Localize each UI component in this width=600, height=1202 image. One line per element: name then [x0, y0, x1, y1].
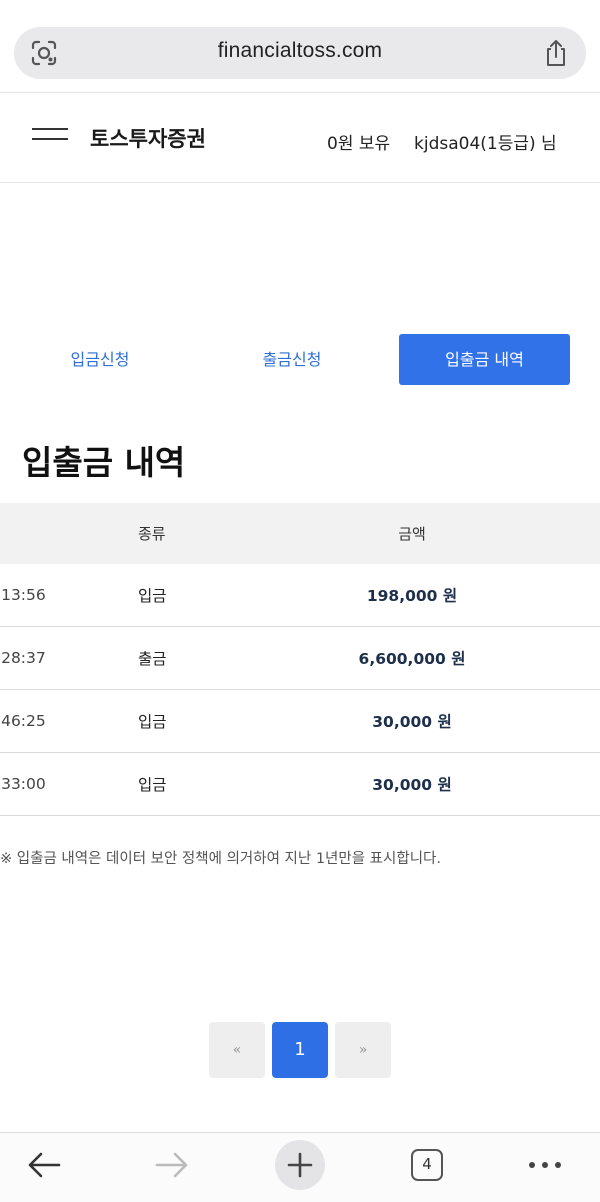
page-1-button[interactable]: 1	[272, 1022, 328, 1078]
row-type: 출금	[138, 650, 167, 668]
next-page-button[interactable]: »	[335, 1022, 391, 1078]
browser-bottom-bar: 4	[0, 1132, 600, 1202]
table-row: 7:33:00 입금 30,000 원	[0, 753, 600, 816]
tab-transaction-history[interactable]: 입출금 내역	[399, 334, 570, 385]
tab-count-badge: 4	[411, 1149, 443, 1181]
user-name[interactable]: kjdsa04(1등급) 님	[414, 129, 557, 154]
table-row: 8:28:37 출금 6,600,000 원	[0, 627, 600, 690]
tab-deposit-request[interactable]: 입금신청	[30, 334, 170, 385]
row-time: 7:46:25	[0, 712, 46, 730]
tab-bar: 입금신청 출금신청 입출금 내역	[0, 334, 600, 386]
page: financialtoss.com 토스투자증권 0원 보유 kjdsa04(1…	[0, 0, 600, 1202]
row-amount: 30,000 원	[372, 776, 452, 794]
tab-withdraw-request[interactable]: 출금신청	[222, 334, 362, 385]
address-bar[interactable]: financialtoss.com	[14, 27, 586, 79]
hamburger-menu-icon[interactable]	[32, 128, 68, 148]
header-amount: 금액	[398, 525, 426, 543]
forward-button[interactable]	[142, 1133, 202, 1197]
page-title: 입출금 내역	[22, 443, 186, 482]
row-time: 9:13:56	[0, 586, 46, 604]
more-menu-button[interactable]	[515, 1133, 575, 1197]
back-arrow-icon	[28, 1152, 61, 1178]
header-type: 종류	[138, 525, 166, 543]
retention-notice: ※ 입출금 내역은 데이터 보안 정책에 의거하여 지난 1년만을 표시합니다.	[0, 851, 441, 867]
forward-arrow-icon	[155, 1152, 188, 1178]
row-time: 7:33:00	[0, 775, 46, 793]
table-row: 9:13:56 입금 198,000 원	[0, 564, 600, 627]
row-amount: 198,000 원	[366, 587, 458, 605]
row-type: 입금	[138, 713, 167, 731]
browser-toolbar: financialtoss.com	[0, 0, 600, 92]
history-table: 시 종류 금액 9:13:56 입금 198,000 원 8:28:37 출금 …	[0, 503, 600, 816]
row-time: 8:28:37	[0, 649, 46, 667]
prev-page-button[interactable]: «	[209, 1022, 265, 1078]
lens-icon[interactable]	[30, 39, 58, 67]
row-type: 입금	[138, 776, 167, 794]
row-amount: 6,600,000 원	[358, 650, 466, 668]
table-row: 7:46:25 입금 30,000 원	[0, 690, 600, 753]
tabs-button[interactable]: 4	[397, 1133, 457, 1197]
more-dots-icon	[529, 1162, 561, 1168]
row-type: 입금	[138, 587, 167, 605]
brand-name[interactable]: 토스투자증권	[90, 123, 206, 153]
back-button[interactable]	[14, 1133, 74, 1197]
row-amount: 30,000 원	[372, 713, 452, 731]
share-icon[interactable]	[542, 38, 570, 68]
url-text[interactable]: financialtoss.com	[74, 39, 526, 63]
table-header: 시 종류 금액	[0, 503, 600, 564]
plus-icon	[275, 1140, 325, 1190]
new-tab-button[interactable]	[270, 1133, 330, 1197]
site-header: 토스투자증권 0원 보유 kjdsa04(1등급) 님	[0, 92, 600, 183]
balance-text: 0원 보유	[327, 134, 391, 154]
